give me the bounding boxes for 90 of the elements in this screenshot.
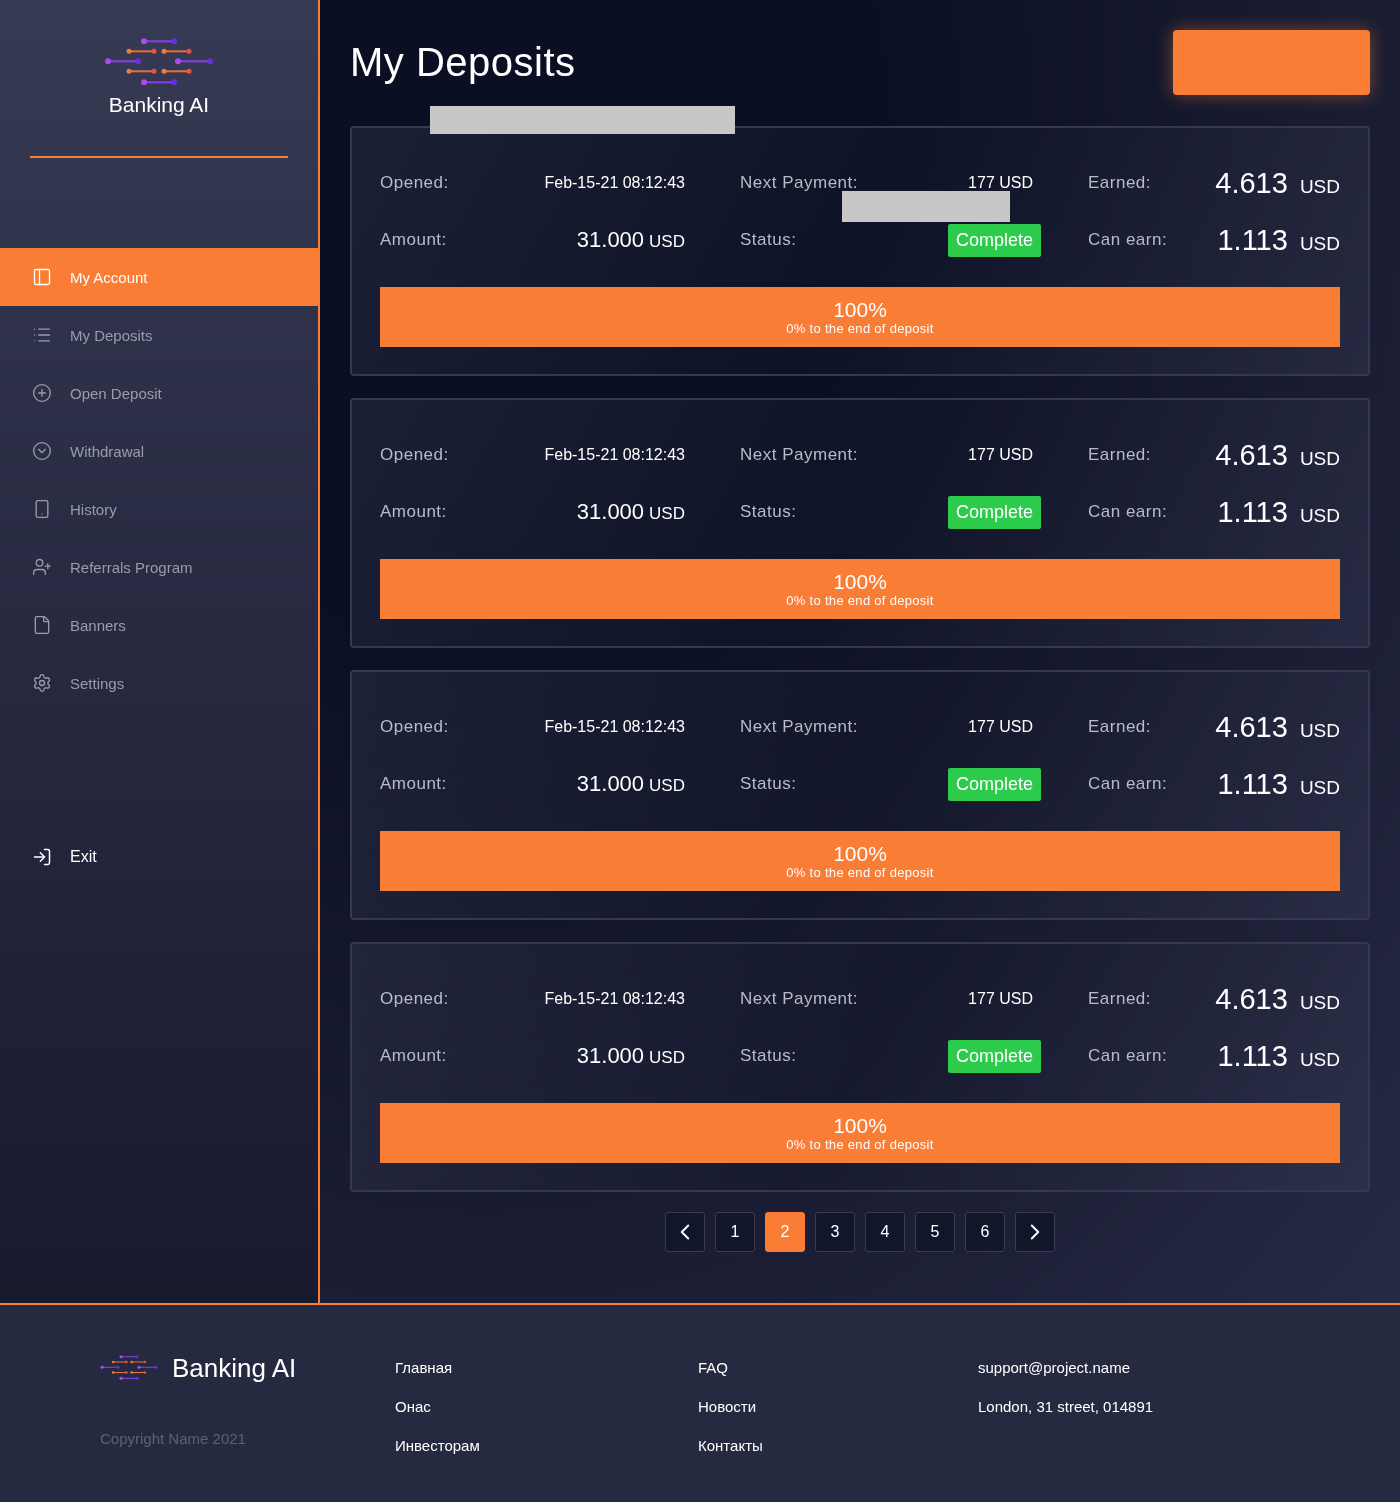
field-label: Can earn: bbox=[1088, 502, 1168, 522]
page-button[interactable]: 5 bbox=[915, 1212, 955, 1252]
footer-link[interactable]: FAQ bbox=[698, 1358, 978, 1377]
deposit-amount: 31.000 USD bbox=[576, 771, 685, 797]
page-title: My Deposits bbox=[350, 40, 576, 85]
field-label: Opened: bbox=[380, 173, 449, 193]
user-plus-icon bbox=[32, 557, 52, 577]
menu-item[interactable]: My Deposits bbox=[0, 306, 318, 364]
field-label: Can earn: bbox=[1088, 1046, 1168, 1066]
field-label: Next Payment: bbox=[740, 989, 858, 1009]
deposit-amount: 31.000 USD bbox=[576, 499, 685, 525]
field-label: Opened: bbox=[380, 445, 449, 465]
field-label: Status: bbox=[740, 230, 797, 250]
previous-page-button[interactable] bbox=[665, 1212, 705, 1252]
can-earn-amount: 1.113 USD bbox=[1217, 223, 1340, 257]
opened-date: Feb-15-21 08:12:43 bbox=[544, 446, 685, 464]
footer-link[interactable]: Контакты bbox=[698, 1436, 978, 1455]
progress-percent: 100% bbox=[833, 570, 887, 593]
deposit-amount: 31.000 USD bbox=[576, 1043, 685, 1069]
footer-link[interactable]: Новости bbox=[698, 1397, 978, 1416]
footer-brand-name: Banking AI bbox=[172, 1353, 297, 1384]
next-payment: 177 USD bbox=[968, 718, 1033, 736]
next-page-button[interactable] bbox=[1015, 1212, 1055, 1252]
menu-item[interactable]: Settings bbox=[0, 654, 318, 712]
can-earn-amount: 1.113 USD bbox=[1217, 1039, 1340, 1073]
brand-name: Banking AI bbox=[108, 92, 210, 117]
panel-icon bbox=[32, 267, 52, 287]
field-label: Can earn: bbox=[1088, 774, 1168, 794]
field-label: Next Payment: bbox=[740, 717, 858, 737]
field-label: Next Payment: bbox=[740, 445, 858, 465]
page-button[interactable]: 1 bbox=[715, 1212, 755, 1252]
deposit-amount: 31.000 USD bbox=[576, 227, 685, 253]
footer-link[interactable]: Инвесторам bbox=[395, 1436, 698, 1455]
progress-caption: 0% to the end of deposit bbox=[786, 320, 934, 336]
status-badge: Complete bbox=[947, 223, 1041, 257]
opened-date: Feb-15-21 08:12:43 bbox=[544, 990, 685, 1008]
field-label: Earned: bbox=[1088, 445, 1152, 465]
field-label: Can earn: bbox=[1088, 230, 1168, 250]
field-label: Amount: bbox=[380, 230, 447, 250]
next-payment: 177 USD bbox=[968, 446, 1033, 464]
menu-item[interactable]: Withdrawal bbox=[0, 422, 318, 480]
field-label: Earned: bbox=[1088, 989, 1152, 1009]
plus-circle-icon bbox=[32, 383, 52, 403]
progress-percent: 100% bbox=[833, 842, 887, 865]
opened-date: Feb-15-21 08:12:43 bbox=[544, 174, 685, 192]
earned-amount: 4.613 USD bbox=[1215, 982, 1340, 1016]
can-earn-amount: 1.113 USD bbox=[1217, 495, 1340, 529]
page-button[interactable]: 3 bbox=[815, 1212, 855, 1252]
field-label: Opened: bbox=[380, 989, 449, 1009]
menu-item[interactable]: Referrals Program bbox=[0, 538, 318, 596]
exit-icon bbox=[32, 847, 52, 867]
progress-caption: 0% to the end of deposit bbox=[786, 1136, 934, 1152]
status-badge: Complete bbox=[947, 1039, 1041, 1073]
field-label: Amount: bbox=[380, 774, 447, 794]
field-label: Status: bbox=[740, 774, 797, 794]
footer-logo-icon bbox=[100, 1355, 158, 1382]
page-button[interactable]: 4 bbox=[865, 1212, 905, 1252]
footer-link[interactable]: Главная bbox=[395, 1358, 698, 1377]
earned-amount: 4.613 USD bbox=[1215, 438, 1340, 472]
status-badge: Complete bbox=[947, 495, 1041, 529]
menu-item[interactable]: Open Deposit bbox=[0, 364, 318, 422]
next-payment: 177 USD bbox=[968, 174, 1033, 192]
menu-item[interactable]: Banners bbox=[0, 596, 318, 654]
exit-link[interactable]: Exit bbox=[0, 828, 318, 886]
field-label: Amount: bbox=[380, 502, 447, 522]
chevron-circle-icon bbox=[32, 441, 52, 461]
next-payment: 177 USD bbox=[968, 990, 1033, 1008]
contact-text: support@project.name bbox=[978, 1358, 1131, 1377]
field-label: Status: bbox=[740, 502, 797, 522]
progress-caption: 0% to the end of deposit bbox=[786, 592, 934, 608]
progress-caption: 0% to the end of deposit bbox=[786, 864, 934, 880]
field-label: Earned: bbox=[1088, 717, 1152, 737]
earned-amount: 4.613 USD bbox=[1215, 166, 1340, 200]
page-button[interactable]: 6 bbox=[965, 1212, 1005, 1252]
contact-text: London, 31 street, 014891 bbox=[978, 1397, 1155, 1416]
field-label: Opened: bbox=[380, 717, 449, 737]
field-label: Amount: bbox=[380, 1046, 447, 1066]
field-label: Status: bbox=[740, 1046, 797, 1066]
earned-amount: 4.613 USD bbox=[1215, 710, 1340, 744]
menu-item[interactable]: History bbox=[0, 480, 318, 538]
file-icon bbox=[32, 615, 52, 635]
footer-link[interactable]: Онас bbox=[395, 1397, 698, 1416]
can-earn-amount: 1.113 USD bbox=[1217, 767, 1340, 801]
settings-icon bbox=[32, 673, 52, 693]
progress-percent: 100% bbox=[833, 1114, 887, 1137]
field-label: Next Payment: bbox=[740, 173, 858, 193]
status-badge: Complete bbox=[947, 767, 1041, 801]
progress-percent: 100% bbox=[833, 298, 887, 321]
field-label: Earned: bbox=[1088, 173, 1152, 193]
opened-date: Feb-15-21 08:12:43 bbox=[544, 718, 685, 736]
